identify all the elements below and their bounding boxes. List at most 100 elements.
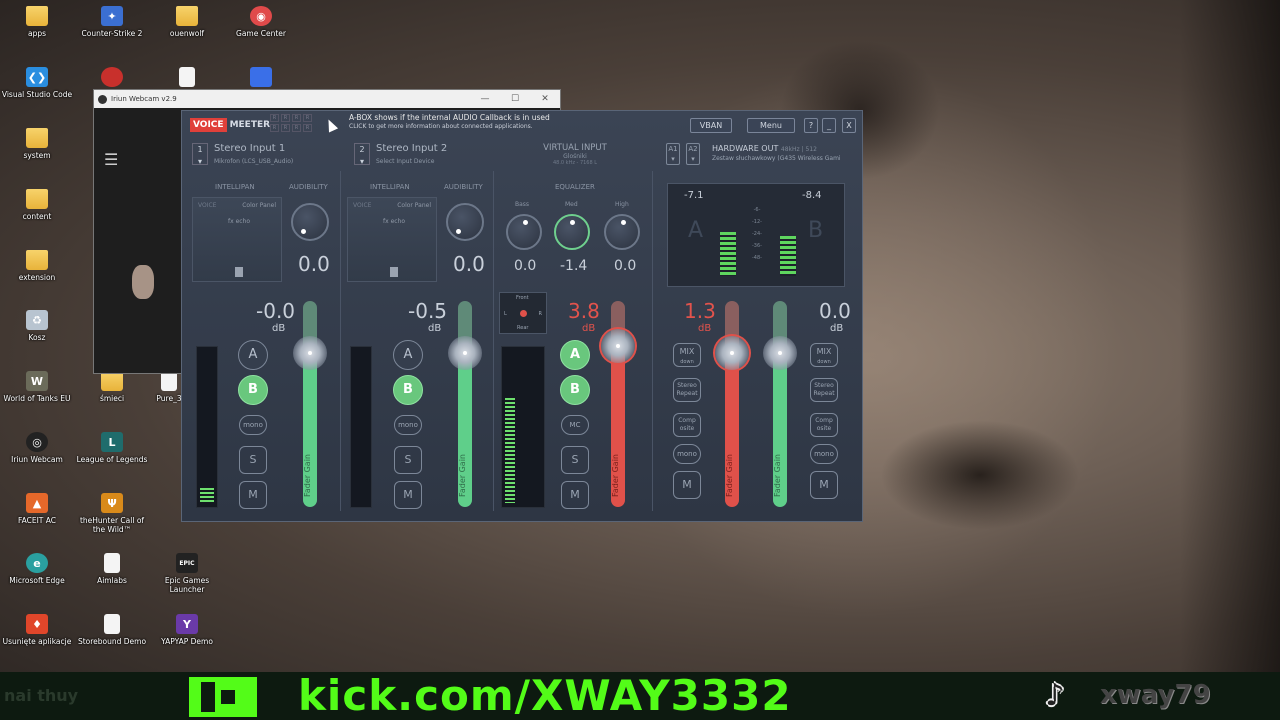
solo-button[interactable]: S [561,446,589,474]
mono-button-a[interactable]: mono [673,444,701,464]
fader-gain-1[interactable]: Fader Gain [303,301,317,507]
bus-b-button[interactable]: B [560,375,590,405]
desktop-icon-thehunter[interactable]: ΨtheHunter Call of the Wild™ [75,493,149,534]
strip-1-header[interactable]: 1 ▾ Stereo Input 1 Mikrofon (LCS_USB_Audi… [192,141,337,171]
desktop-icon-epic[interactable]: EPIC Epic Games Launcher [150,553,224,594]
mute-button[interactable]: M [394,481,422,509]
mono-button[interactable]: mono [239,415,267,435]
desktop-icon-hidden[interactable] [150,67,224,90]
desktop-icon-aimlabs[interactable]: Aimlabs [75,553,149,585]
maximize-button[interactable]: ☐ [500,94,530,104]
composite-button-a[interactable]: Comp osite [673,413,701,437]
desktop-icon-hidden[interactable] [224,67,298,90]
desktop-icon-smieci[interactable]: śmieci [75,371,149,403]
hamburger-menu-icon[interactable]: ☰ [104,150,118,169]
desktop-icon-ouenwolf[interactable]: ouenwolf [150,6,224,38]
intellipan-slider[interactable] [390,267,398,277]
folder-icon [26,128,48,148]
fader-knob-1[interactable] [293,336,327,370]
mute-button-a[interactable]: M [673,471,701,499]
webcam-titlebar[interactable]: Iriun Webcam v2.9 — ☐ ✕ [94,90,560,108]
mono-button-b[interactable]: mono [810,444,838,464]
strip-2-header[interactable]: 2 ▾ Stereo Input 2 Select Input Device [354,141,494,171]
mute-button[interactable]: M [561,481,589,509]
bus-a-button[interactable]: A [560,340,590,370]
desktop-icon-usuniete[interactable]: ♦ Usunięte aplikacje [0,614,74,646]
desktop-icon-league[interactable]: L League of Legends [75,432,149,464]
voicemeeter-titlebar[interactable]: VOICE MEETER RRRR RRRR A-BOX shows if th… [182,111,862,141]
composite-button-b[interactable]: Comp osite [810,413,838,437]
mix-down-button-a[interactable]: MIX down [673,343,701,367]
minimize-button[interactable]: — [470,94,500,104]
intellipan-panel-2[interactable]: VOICE Color Panel fx echo [347,197,437,282]
desktop-icon-game-center[interactable]: ◉ Game Center [224,6,298,38]
hw-right-level [780,236,796,276]
hardware-out-meters: -7.1 -8.4 A B -6- -12- -24- -36- -48- [667,183,845,287]
mute-button-b[interactable]: M [810,471,838,499]
fader-knob-virtual[interactable] [601,329,635,363]
mono-button[interactable]: mono [394,415,422,435]
a1-selector[interactable]: A1 ▾ [666,143,680,165]
solo-button[interactable]: S [394,446,422,474]
voicemeeter-window[interactable]: VOICE MEETER RRRR RRRR A-BOX shows if th… [181,110,863,522]
intellipan-slider[interactable] [235,267,243,277]
folder-icon [26,250,48,270]
faceit-icon: ▲ [26,493,48,513]
desktop-icon-extension[interactable]: extension [0,250,74,282]
solo-button[interactable]: S [239,446,267,474]
vban-button[interactable]: VBAN [690,118,732,133]
menu-button[interactable]: Menu [747,118,795,133]
mc-button[interactable]: MC [561,415,589,435]
desktop-icon-yapyap[interactable]: Y YAPYAP Demo [150,614,224,646]
strip-name: Stereo Input 2 [376,143,448,154]
help-button[interactable]: ? [804,118,818,133]
virtual-pan-panel[interactable]: Front L R Rear [499,292,547,334]
fader-gain-hw1[interactable]: Fader Gain [725,301,739,507]
desktop-icon-apps[interactable]: apps [0,6,74,38]
a2-selector[interactable]: A2 ▾ [686,143,700,165]
eq-bass-knob[interactable] [506,214,542,250]
hardware-out-header[interactable]: A1 ▾ A2 ▾ HARDWARE OUT 48kHz | 512 Zestaw … [666,143,862,169]
audibility-knob-2[interactable] [446,203,484,241]
desktop-icon-content[interactable]: content [0,189,74,221]
desktop-icon-hidden[interactable] [75,67,149,90]
bus-a-button[interactable]: A [393,340,423,370]
minimize-button[interactable]: _ [822,118,836,133]
bus-b-button[interactable]: B [238,375,268,405]
fader-gain-2[interactable]: Fader Gain [458,301,472,507]
virtual-meter [501,346,545,508]
tiktok-username: xway79 [1100,680,1211,710]
stereo-repeat-button-a[interactable]: Stereo Repeat [673,378,701,402]
iriun-webcam-icon: ◎ [26,432,48,452]
eq-med-knob[interactable] [554,214,590,250]
desktop-icon-faceit[interactable]: ▲ FACEIT AC [0,493,74,525]
bus-b-button[interactable]: B [393,375,423,405]
eq-high-knob[interactable] [604,214,640,250]
stereo-repeat-button-b[interactable]: Stereo Repeat [810,378,838,402]
desktop-icon-iriun[interactable]: ◎ Iriun Webcam [0,432,74,464]
pan-position-dot[interactable] [520,310,527,317]
desktop-icon-counter-strike[interactable]: ✦ Counter-Strike 2 [75,6,149,38]
close-button[interactable]: ✕ [530,94,560,104]
intellipan-panel-1[interactable]: VOICE Color Panel fx echo [192,197,282,282]
audibility-value-2: 0.0 [453,252,485,276]
a-box[interactable]: RRRR RRRR [270,114,312,132]
audibility-knob-1[interactable] [291,203,329,241]
desktop-icon-system[interactable]: system [0,128,74,160]
desktop-icon-vscode[interactable]: ❮❯ Visual Studio Code [0,67,74,99]
desktop-icon-world-of-tanks[interactable]: W World of Tanks EU [0,371,74,403]
desktop-icon-storebound[interactable]: Storebound Demo [75,614,149,646]
fader-knob-hw2[interactable] [763,336,797,370]
fader-gain-hw2[interactable]: Fader Gain [773,301,787,507]
mix-down-button-b[interactable]: MIX down [810,343,838,367]
fader-knob-hw1[interactable] [715,336,749,370]
strip-divider [652,171,653,511]
file-icon [104,614,120,634]
bus-a-button[interactable]: A [238,340,268,370]
mute-button[interactable]: M [239,481,267,509]
desktop-icon-edge[interactable]: e Microsoft Edge [0,553,74,585]
folder-icon [176,6,198,26]
desktop-icon-kosz[interactable]: ♻ Kosz [0,310,74,342]
close-button[interactable]: X [842,118,856,133]
fader-knob-2[interactable] [448,336,482,370]
